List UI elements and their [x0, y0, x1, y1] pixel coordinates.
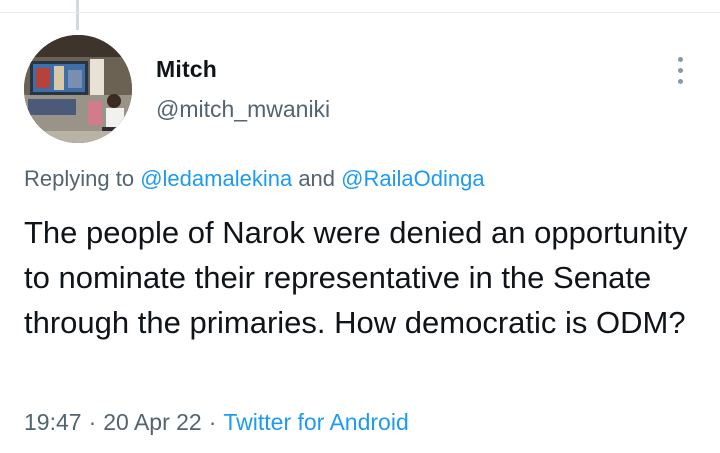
- mention-link[interactable]: @RailaOdinga: [341, 166, 484, 191]
- thread-line: [76, 0, 79, 30]
- meta-separator: ·: [88, 409, 97, 435]
- tweet-detail: Mitch @mitch_mwaniki Replying to @ledama…: [0, 0, 720, 453]
- avatar-image: [24, 35, 132, 143]
- replying-to-prefix: Replying to: [24, 166, 135, 191]
- divider: [0, 12, 720, 13]
- tweet-date[interactable]: 20 Apr 22: [103, 409, 201, 435]
- replying-to-conjunction: and: [298, 166, 336, 191]
- tweet-meta: 19:47 · 20 Apr 22 · Twitter for Android: [24, 409, 409, 436]
- tweet-text: The people of Narok were denied an oppor…: [24, 215, 688, 340]
- tweet-source-link[interactable]: Twitter for Android: [223, 409, 408, 435]
- author-handle[interactable]: @mitch_mwaniki: [156, 96, 330, 123]
- more-vertical-icon[interactable]: [666, 50, 694, 90]
- meta-separator: ·: [208, 409, 217, 435]
- mention-link[interactable]: @ledamalekina: [140, 166, 292, 191]
- avatar[interactable]: [24, 35, 132, 143]
- tweet-time[interactable]: 19:47: [24, 409, 82, 435]
- replying-to: Replying to @ledamalekina and @RailaOdin…: [24, 166, 485, 192]
- author-display-name[interactable]: Mitch: [156, 56, 217, 83]
